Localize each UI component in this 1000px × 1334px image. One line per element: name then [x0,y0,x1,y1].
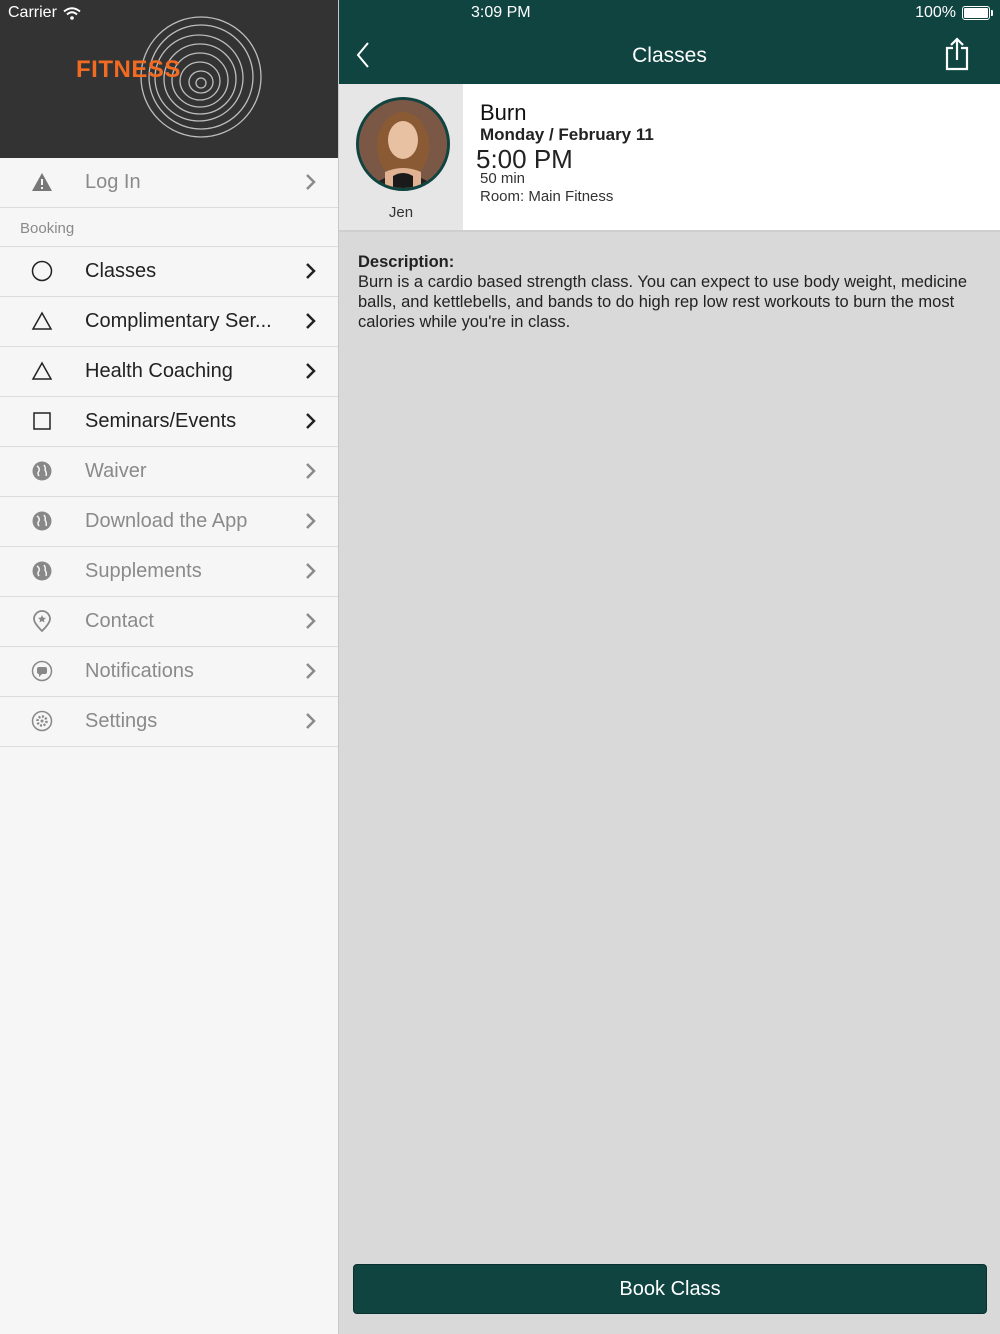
warning-icon [30,170,54,194]
section-header-booking: Booking [0,208,338,247]
triangle-icon [30,309,54,333]
sidebar-item-download-app[interactable]: Download the App [0,497,338,547]
gear-icon [30,709,54,733]
battery-icon [962,6,993,20]
description-title: Description: [358,253,455,271]
sidebar-item-label: Download the App [85,510,248,532]
sidebar-item-label: Complimentary Ser... [85,310,272,332]
sidebar-item-label: Settings [85,710,158,732]
sidebar-item-label: Waiver [85,460,147,482]
globe-icon [30,559,54,583]
class-detail-card: Jen Burn Monday / February 11 5:00 PM 50… [339,84,1000,232]
share-button[interactable] [944,36,970,72]
chevron-right-icon [306,513,316,529]
chevron-right-icon [306,613,316,629]
instructor-panel: Jen [339,84,463,230]
square-icon [30,409,54,433]
class-description: Description: Burn is a cardio based stre… [358,252,968,332]
chevron-right-icon [306,713,316,729]
sidebar-item-label: Notifications [85,660,194,682]
sidebar-item-classes[interactable]: Classes [0,247,338,297]
app-logo: FITNESS [76,12,266,142]
navigation-bar: 3:09 PM 100% Classes [339,0,1000,84]
sidebar-item-complimentary-services[interactable]: Complimentary Ser... [0,297,338,347]
globe-icon [30,459,54,483]
sidebar-item-notifications[interactable]: Notifications [0,647,338,697]
chevron-right-icon [306,363,316,379]
logo-text: FITNESS [76,56,181,83]
sidebar-item-label: Health Coaching [85,360,233,382]
class-name: Burn [480,100,527,125]
class-room: Room: Main Fitness [480,188,614,205]
page-title: Classes [632,44,707,67]
chevron-right-icon [306,313,316,329]
chevron-right-icon [306,563,316,579]
book-class-button[interactable]: Book Class [353,1264,987,1314]
globe-icon [30,509,54,533]
sidebar-item-contact[interactable]: Contact [0,597,338,647]
status-battery: 100% [915,4,993,22]
class-date: Monday / February 11 [480,125,654,144]
sidebar-item-label: Classes [85,260,157,282]
instructor-name: Jen [388,204,414,221]
chevron-right-icon [306,263,316,279]
chevron-right-icon [306,663,316,679]
sidebar-item-health-coaching[interactable]: Health Coaching [0,347,338,397]
sidebar-header: Carrier FITNESS [0,0,338,158]
status-carrier: Carrier [8,4,81,22]
sidebar-item-settings[interactable]: Settings [0,697,338,747]
chevron-right-icon [306,413,316,429]
sidebar-item-login[interactable]: Log In [0,158,338,208]
chat-bubble-icon [30,659,54,683]
sidebar-item-waiver[interactable]: Waiver [0,447,338,497]
sidebar-menu: Log In Booking Classes Complimentary Ser… [0,158,338,747]
class-duration: 50 min [480,170,526,187]
sidebar-item-supplements[interactable]: Supplements [0,547,338,597]
sidebar-item-label: Supplements [85,560,202,582]
description-text: Burn is a cardio based strength class. Y… [358,273,968,331]
sidebar-item-seminars-events[interactable]: Seminars/Events [0,397,338,447]
sidebar: Carrier FITNESS Log In Booking Classes C… [0,0,339,1334]
chevron-right-icon [306,463,316,479]
triangle-icon [30,359,54,383]
sidebar-item-label: Log In [85,171,141,193]
sidebar-item-label: Seminars/Events [85,410,237,432]
location-pin-icon [30,609,54,633]
status-time: 3:09 PM [471,4,531,21]
chevron-right-icon [306,174,316,190]
circle-icon [30,259,54,283]
instructor-avatar [356,97,450,191]
sidebar-item-label: Contact [85,610,154,632]
